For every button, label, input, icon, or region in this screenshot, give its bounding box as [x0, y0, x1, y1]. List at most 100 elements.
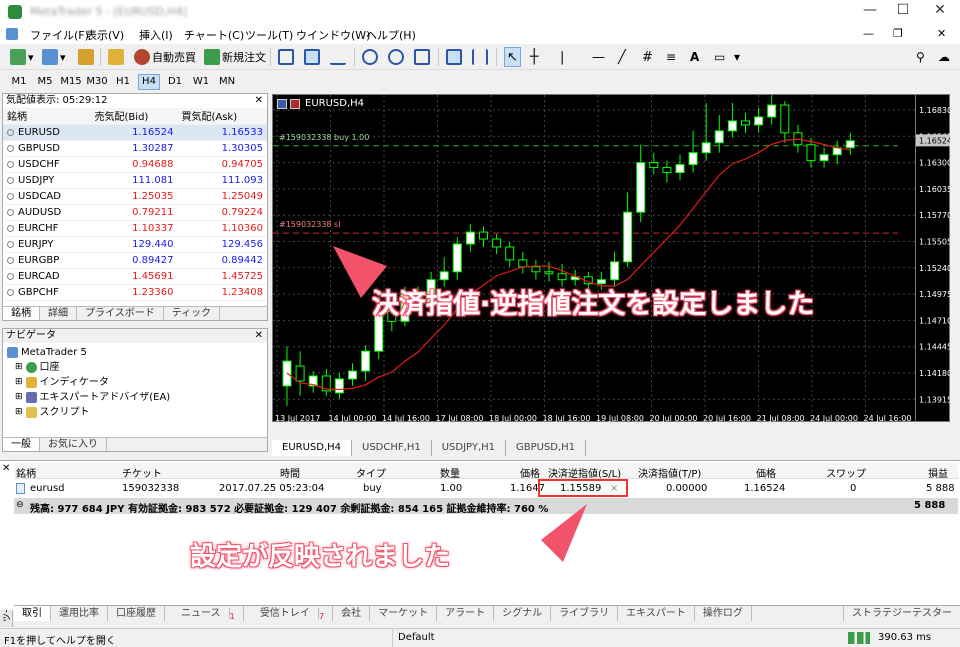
tab-company[interactable]: 会社 — [333, 606, 371, 621]
market-watch-row[interactable]: EURCAD 1.45691 1.45725 — [3, 268, 267, 285]
tab-mailbox[interactable]: 受信トレイ 7 — [244, 606, 334, 621]
expand-icon[interactable]: ⊞ — [15, 390, 23, 405]
fibonacci-button[interactable]: ≡ — [666, 47, 676, 67]
timeframe-m15[interactable]: M15 — [60, 74, 82, 90]
tab-chart-usdchf[interactable]: USDCHF,H1 — [352, 440, 432, 456]
menu-chart[interactable]: チャート(C) — [184, 27, 244, 43]
column-header-ticket[interactable]: チケット — [122, 465, 162, 480]
market-watch-row[interactable]: GBPUSD 1.30287 1.30305 — [3, 140, 267, 157]
tab-common[interactable]: 一般 — [3, 438, 40, 451]
data-window-button[interactable] — [78, 47, 94, 67]
mdi-restore-button[interactable]: ❐ — [893, 27, 903, 40]
market-watch-row[interactable]: EURGBP 0.89427 0.89442 — [3, 252, 267, 269]
horizontal-line-button[interactable]: — — [592, 47, 605, 67]
menu-view[interactable]: 表示(V) — [86, 27, 124, 43]
maximize-button[interactable]: ☐ — [888, 2, 918, 22]
tab-news[interactable]: ニュース 1 — [165, 606, 244, 621]
tab-chart-eurusd[interactable]: EURUSD,H4 — [272, 440, 353, 456]
close-icon[interactable]: ✕ — [255, 94, 267, 108]
timeframe-m30[interactable]: M30 — [86, 74, 108, 90]
nav-item-metatrader[interactable]: MetaTrader 5 — [7, 345, 263, 360]
column-header-sl[interactable]: 決済逆指値(S/L) — [548, 465, 621, 480]
tab-alerts[interactable]: アラート — [437, 606, 495, 621]
column-header-swap[interactable]: スワップ — [826, 465, 866, 480]
close-button[interactable]: ✕ — [925, 2, 955, 22]
trendline-button[interactable]: ╱ — [618, 47, 626, 67]
market-watch-row[interactable]: USDCAD 1.25035 1.25049 — [3, 188, 267, 205]
cursor-button[interactable]: ↖ — [504, 47, 521, 67]
expand-icon[interactable]: ⊞ — [15, 360, 23, 375]
mdi-close-button[interactable]: ✕ — [937, 27, 946, 40]
label-button[interactable]: ▭ — [714, 47, 725, 67]
tab-experts[interactable]: エキスパート — [618, 606, 695, 621]
tab-chart-gbpusd[interactable]: GBPUSD,H1 — [506, 440, 587, 456]
tile-windows-button[interactable] — [414, 47, 430, 67]
bar-chart-button[interactable] — [278, 47, 294, 67]
tab-details[interactable]: 詳細 — [40, 307, 77, 320]
menu-insert[interactable]: 挿入(I) — [139, 27, 173, 43]
tab-market[interactable]: マーケット — [370, 606, 438, 621]
timeframe-mn[interactable]: MN — [216, 74, 238, 90]
column-header-time[interactable]: 時間 — [280, 465, 300, 480]
new-order-button[interactable]: 新規注文 — [204, 47, 266, 67]
trade-stop-loss[interactable]: 1.15589 — [560, 483, 601, 494]
timeframe-h4[interactable]: H4 — [138, 74, 160, 90]
close-icon[interactable]: ✕ — [255, 329, 267, 343]
timeframe-m5[interactable]: M5 — [34, 74, 56, 90]
column-header-current-price[interactable]: 価格 — [756, 465, 776, 480]
quick-search-button[interactable]: ⚲ — [916, 47, 925, 67]
column-header-price[interactable]: 価格 — [520, 465, 540, 480]
column-header-ask[interactable]: 買気配(Ask) — [177, 108, 267, 125]
profiles-button[interactable]: ▾ — [42, 47, 66, 67]
candlestick-button[interactable] — [304, 47, 320, 67]
meta-editor-button[interactable] — [108, 47, 124, 67]
tab-journal[interactable]: 操作ログ — [695, 606, 752, 621]
tab-library[interactable]: ライブラリ — [551, 606, 619, 621]
chat-button[interactable]: ☁ — [938, 47, 950, 67]
trade-take-profit[interactable]: 0.00000 — [666, 483, 707, 494]
column-header-symbol[interactable]: 銘柄 — [16, 465, 36, 480]
market-watch-row[interactable]: USDCHF 0.94688 0.94705 — [3, 156, 267, 173]
column-header-tp[interactable]: 決済指値(T/P) — [638, 465, 701, 480]
auto-trading-button[interactable]: 自動売買 — [134, 47, 196, 67]
tab-chart-usdjpy[interactable]: USDJPY,H1 — [432, 440, 506, 456]
crosshair-button[interactable]: ┼ — [530, 47, 538, 67]
tab-symbols[interactable]: 銘柄 — [3, 307, 40, 320]
autoscroll-button[interactable] — [446, 47, 462, 67]
menu-file[interactable]: ファイル(F) — [30, 27, 89, 43]
column-header-volume[interactable]: 数量 — [440, 465, 460, 480]
close-icon[interactable]: ✕ — [2, 463, 10, 474]
timeframe-h1[interactable]: H1 — [112, 74, 134, 90]
market-watch-row[interactable]: USDJPY 111.081 111.093 — [3, 172, 267, 189]
expand-icon[interactable]: ⊞ — [15, 405, 23, 420]
timeframe-w1[interactable]: W1 — [190, 74, 212, 90]
tab-exposure[interactable]: 運用比率 — [51, 606, 108, 621]
column-header-bid[interactable]: 売気配(Bid) — [90, 108, 178, 125]
column-header-type[interactable]: タイプ — [356, 465, 386, 480]
menu-help[interactable]: ヘルプ(H) — [366, 27, 416, 43]
nav-item-accounts[interactable]: ⊞ 口座 — [7, 360, 263, 375]
text-button[interactable]: A — [690, 47, 699, 67]
market-watch-row[interactable]: EURCHF 1.10337 1.10360 — [3, 220, 267, 237]
tab-price-board[interactable]: プライスボード — [77, 307, 164, 320]
price-axis[interactable]: 1.168301.165651.163001.160351.157701.155… — [916, 94, 952, 422]
column-header-profit[interactable]: 損益 — [928, 465, 948, 480]
chart-shift-button[interactable] — [472, 47, 488, 67]
strategy-tester-tab[interactable]: ストラテジーテスター — [843, 606, 960, 621]
menu-tools[interactable]: ツール(T) — [245, 27, 293, 43]
market-watch-row[interactable]: GBPCHF 1.23360 1.23408 — [3, 284, 267, 301]
connection-icon[interactable] — [848, 632, 870, 644]
tab-favorites[interactable]: お気に入り — [40, 438, 107, 451]
column-header-symbol[interactable]: 銘柄 — [3, 108, 91, 125]
shapes-button[interactable]: ▾ — [734, 47, 740, 67]
expand-icon[interactable]: ⊞ — [15, 375, 23, 390]
zoom-in-button[interactable] — [362, 47, 378, 67]
zoom-out-button[interactable] — [388, 47, 404, 67]
nav-item-scripts[interactable]: ⊞ スクリプト — [7, 405, 263, 420]
timeframe-m1[interactable]: M1 — [8, 74, 30, 90]
vertical-line-button[interactable]: | — [560, 47, 564, 67]
mdi-minimize-button[interactable]: — — [863, 27, 874, 40]
trade-row[interactable]: eurusd 159032338 2017.07.25 05:23:04 buy… — [14, 479, 958, 497]
line-chart-button[interactable] — [330, 47, 346, 67]
market-watch-row[interactable]: EURUSD 1.16524 1.16533 — [3, 124, 267, 141]
